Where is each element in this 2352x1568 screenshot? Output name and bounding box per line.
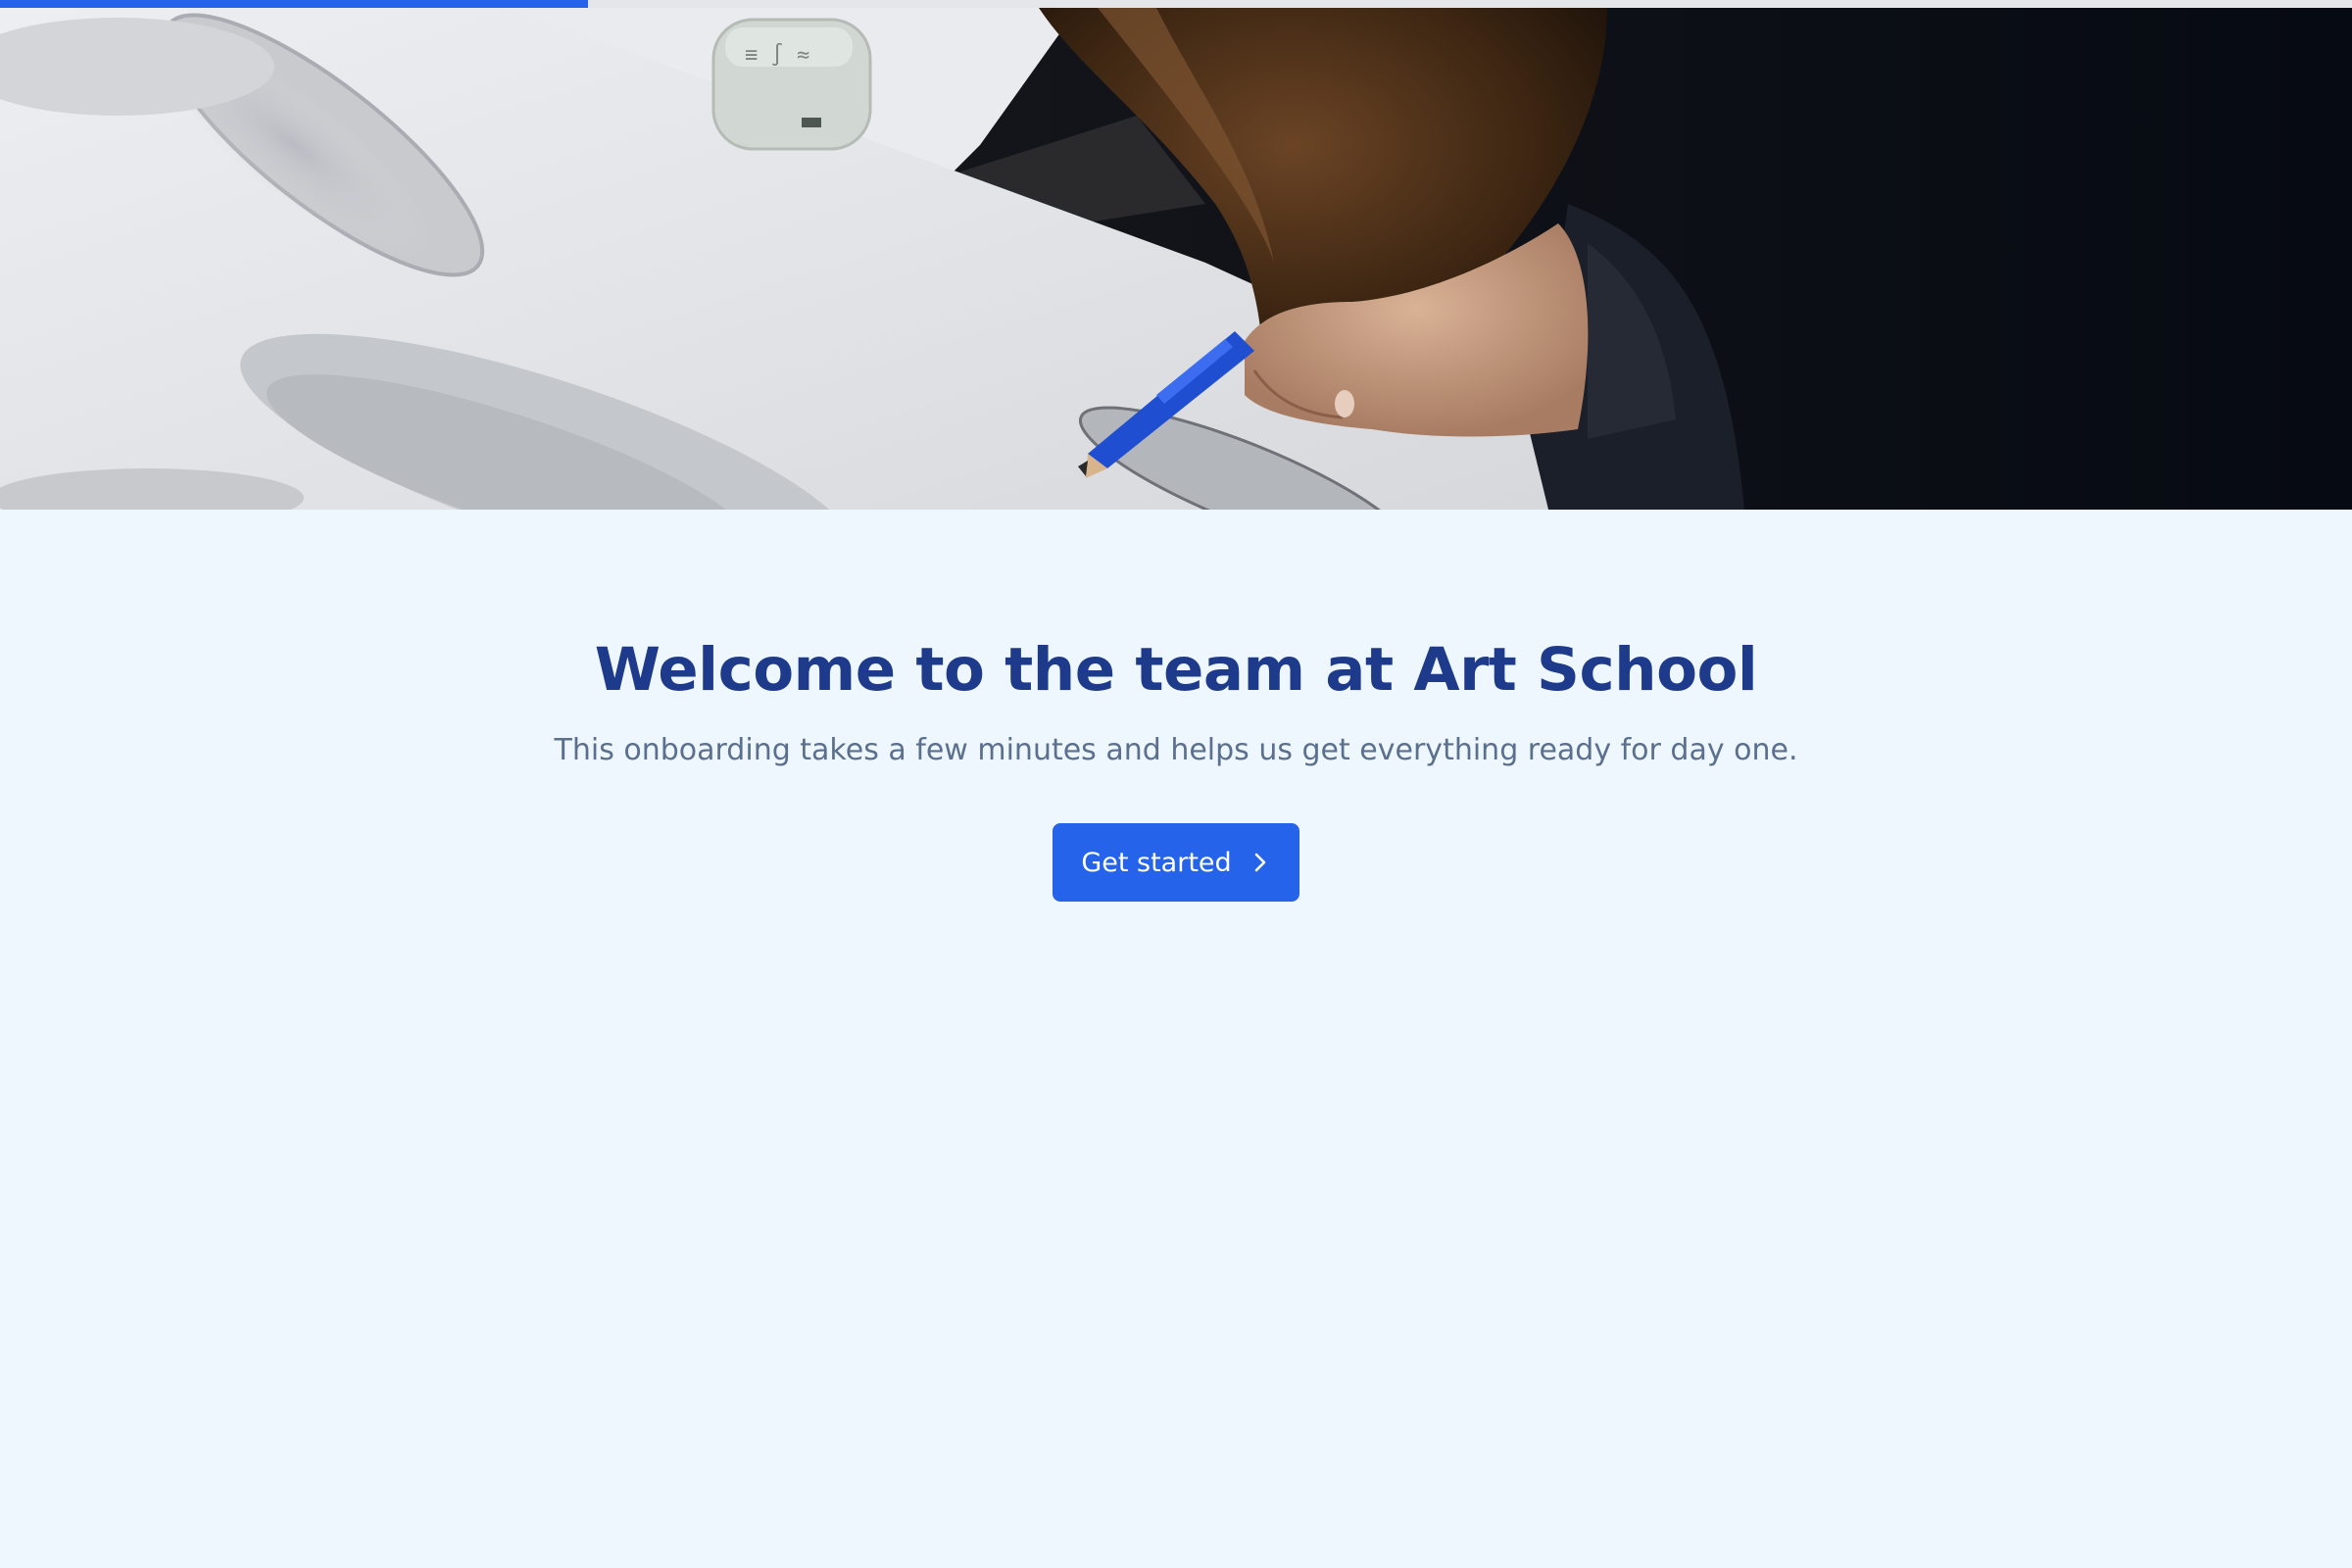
page-title: Welcome to the team at Art School (594, 635, 1758, 705)
svg-text:≡ ∫ ≈: ≡ ∫ ≈ (745, 42, 809, 68)
hero-image: ≡ ∫ ≈ (0, 8, 2352, 510)
onboarding-progress-bar (0, 0, 2352, 8)
chevron-right-icon (1250, 852, 1271, 873)
get-started-label: Get started (1081, 847, 1232, 878)
page-subtitle: This onboarding takes a few minutes and … (554, 733, 1798, 767)
get-started-button[interactable]: Get started (1053, 823, 1299, 902)
onboarding-progress-fill (0, 0, 588, 8)
